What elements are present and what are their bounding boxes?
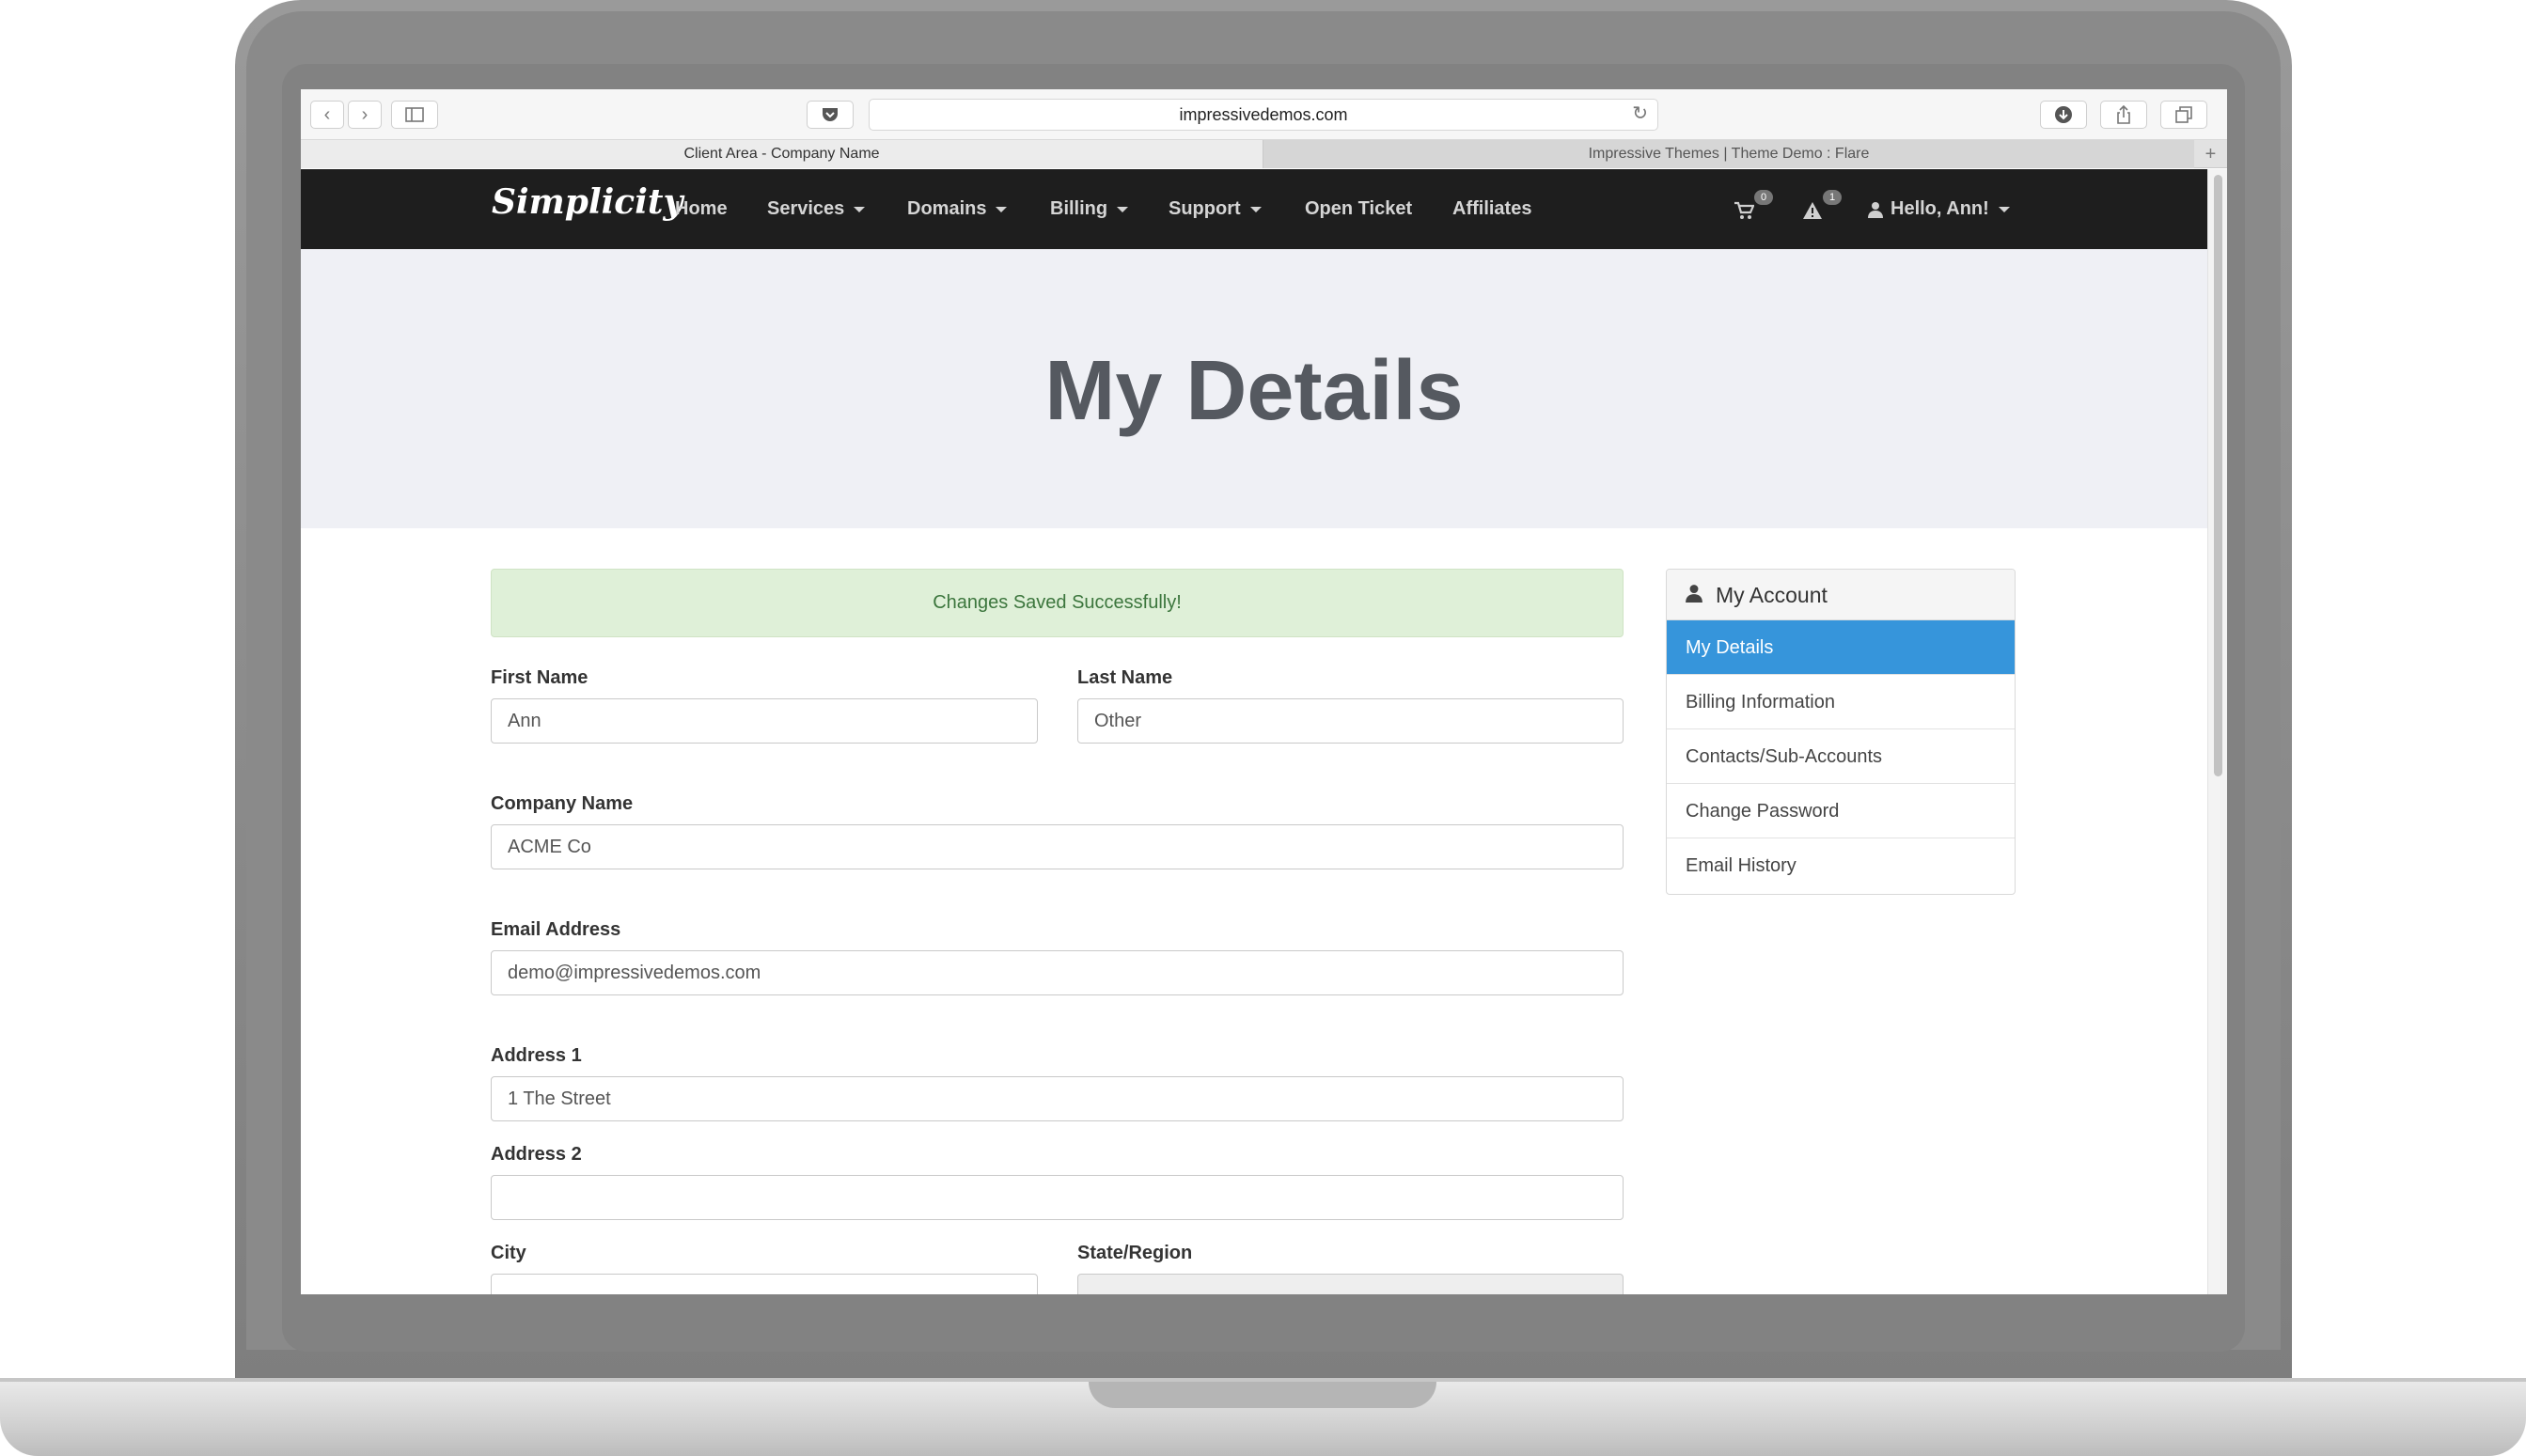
back-icon[interactable]: ‹ <box>310 101 344 129</box>
chevron-down-icon <box>996 206 1008 212</box>
address2-input[interactable] <box>491 1175 1624 1220</box>
cart-button[interactable]: 0 <box>1734 169 1781 249</box>
sidebar-item-billing-information[interactable]: Billing Information <box>1667 675 2015 729</box>
nav-domains[interactable]: Domains <box>907 169 1008 249</box>
reload-icon[interactable]: ↻ <box>1632 102 1648 125</box>
page-header: My Details <box>301 249 2207 528</box>
user-menu[interactable]: Hello, Ann! <box>1868 169 2010 249</box>
chevron-down-icon <box>1998 206 2010 212</box>
city-input[interactable] <box>491 1274 1038 1294</box>
download-icon[interactable] <box>2040 101 2087 129</box>
share-icon[interactable] <box>2100 101 2147 129</box>
tabs-overview-icon[interactable] <box>2160 101 2207 129</box>
company-name-label: Company Name <box>491 793 634 814</box>
nav-open-ticket[interactable]: Open Ticket <box>1305 169 1412 249</box>
url-text: impressivedemos.com <box>1179 105 1348 124</box>
city-label: City <box>491 1243 526 1263</box>
tab-client-area[interactable]: Client Area - Company Name <box>301 140 1263 168</box>
panel-title: My Account <box>1716 583 1828 607</box>
first-name-label: First Name <box>491 667 588 688</box>
browser-window: ‹ › impressivedemos.com ↻ Client Area - … <box>301 89 2227 1294</box>
new-tab-icon[interactable]: + <box>2194 140 2227 168</box>
warning-icon <box>1803 202 1822 220</box>
alert-count-badge: 1 <box>1823 190 1842 205</box>
page-scrollbar[interactable] <box>2207 169 2227 1294</box>
chevron-down-icon <box>1249 206 1262 212</box>
forward-icon[interactable]: › <box>348 101 382 129</box>
sidebar-item-email-history[interactable]: Email History <box>1667 838 2015 893</box>
nav-open-ticket-label: Open Ticket <box>1305 198 1413 219</box>
state-region-label: State/Region <box>1077 1243 1193 1263</box>
tab-bar: Client Area - Company Name Impressive Th… <box>301 140 2227 168</box>
email-address-input[interactable] <box>491 950 1624 995</box>
state-region-select[interactable] <box>1077 1274 1624 1294</box>
nav-services[interactable]: Services <box>767 169 866 249</box>
laptop-notch <box>1089 1382 1436 1408</box>
address1-label: Address 1 <box>491 1045 582 1066</box>
chevron-down-icon <box>1117 206 1129 212</box>
sidebar-item-contacts[interactable]: Contacts/Sub-Accounts <box>1667 729 2015 784</box>
nav-affiliates-label: Affiliates <box>1452 198 1532 219</box>
nav-support-label: Support <box>1169 198 1241 219</box>
scrollbar-thumb[interactable] <box>2214 175 2222 776</box>
address-bar[interactable]: impressivedemos.com ↻ <box>869 99 1658 131</box>
nav-support[interactable]: Support <box>1169 169 1262 249</box>
pocket-icon[interactable] <box>807 101 854 129</box>
tab-impressive-themes[interactable]: Impressive Themes | Theme Demo : Flare <box>1263 140 2194 168</box>
chevron-down-icon <box>854 206 866 212</box>
nav-billing-label: Billing <box>1050 198 1108 219</box>
panel-heading: My Account <box>1667 570 2015 620</box>
browser-toolbar: ‹ › impressivedemos.com ↻ <box>301 89 2227 140</box>
nav-billing[interactable]: Billing <box>1050 169 1129 249</box>
nav-services-label: Services <box>767 198 845 219</box>
email-address-label: Email Address <box>491 919 621 940</box>
success-alert: Changes Saved Successfully! <box>491 569 1624 637</box>
user-greeting: Hello, Ann! <box>1891 198 1989 219</box>
user-icon <box>1868 201 1883 218</box>
company-name-input[interactable] <box>491 824 1624 869</box>
my-account-panel: My Account My Details Billing Informatio… <box>1666 569 2016 895</box>
address1-input[interactable] <box>491 1076 1624 1121</box>
site-logo[interactable]: Simplicity <box>492 182 682 222</box>
sidebar-item-my-details[interactable]: My Details <box>1667 620 2015 675</box>
nav-domains-label: Domains <box>907 198 987 219</box>
nav-home[interactable]: Home <box>675 169 728 249</box>
sidebar-item-change-password[interactable]: Change Password <box>1667 784 2015 838</box>
sidebar-toggle-icon[interactable] <box>391 101 438 129</box>
first-name-input[interactable] <box>491 698 1038 744</box>
address2-label: Address 2 <box>491 1144 582 1165</box>
cart-count-badge: 0 <box>1754 190 1773 205</box>
user-icon <box>1686 585 1702 603</box>
page-content: Simplicity Home Services Domains Billing… <box>301 169 2207 1294</box>
nav-home-label: Home <box>675 198 728 219</box>
last-name-label: Last Name <box>1077 667 1173 688</box>
site-navbar: Simplicity Home Services Domains Billing… <box>301 169 2207 249</box>
last-name-input[interactable] <box>1077 698 1624 744</box>
notifications-button[interactable]: 1 <box>1802 169 1849 249</box>
page-title: My Details <box>1044 344 1464 438</box>
cart-icon <box>1734 202 1755 220</box>
nav-affiliates[interactable]: Affiliates <box>1452 169 1531 249</box>
